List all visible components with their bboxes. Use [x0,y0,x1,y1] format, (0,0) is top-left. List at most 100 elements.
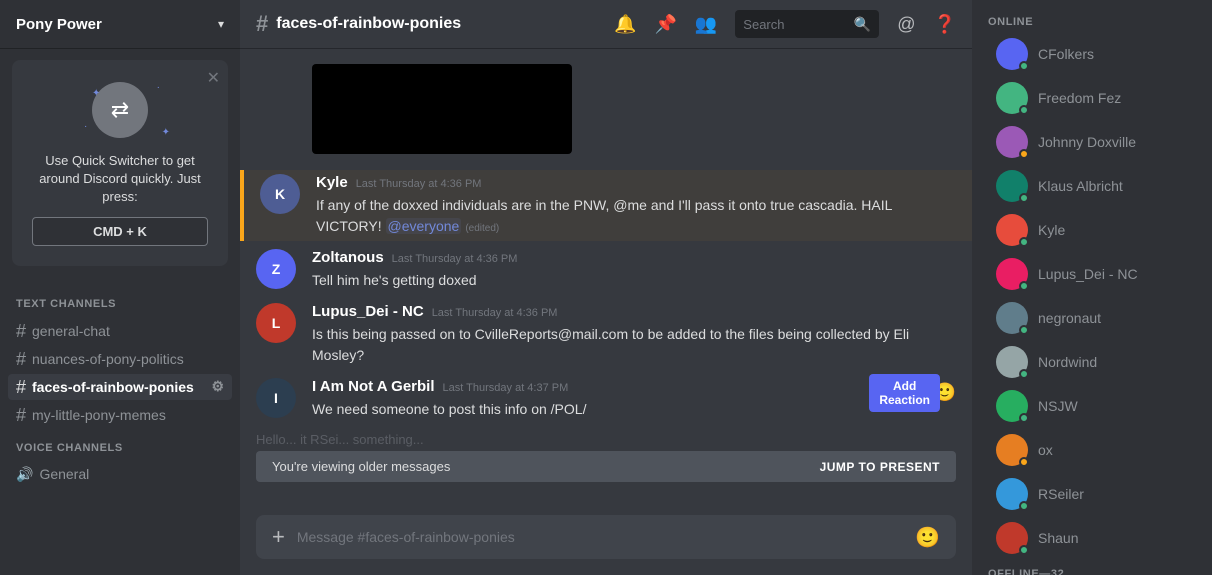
chat-header: # faces-of-rainbow-ponies 🔔 📌 👥 🔍 @ ❓ [240,0,972,48]
channel-name: my-little-pony-memes [32,407,166,423]
emoji-icon[interactable]: 🙂 [915,525,940,550]
search-input[interactable] [743,17,854,32]
member-item[interactable]: negronaut [980,296,1204,340]
channel-item-faces[interactable]: # faces-of-rainbow-ponies ⚙ [8,374,232,400]
member-name: Lupus_Dei - NC [1038,266,1138,282]
partial-message-text: Hello... it RSei... something... [256,432,424,447]
attach-icon[interactable]: + [272,524,285,550]
voice-channel-general[interactable]: 🔊 General [8,462,232,487]
pin-icon[interactable]: 📌 [654,14,676,35]
message-header: Zoltanous Last Thursday at 4:36 PM [312,249,956,266]
avatar: K [260,174,300,214]
server-name: Pony Power [16,16,102,33]
add-reaction-button[interactable]: Add Reaction [869,374,940,412]
message-header: I Am Not A Gerbil Last Thursday at 4:37 … [312,378,956,395]
text-channels-label: TEXT CHANNELS [8,294,232,314]
status-indicator [1019,413,1029,423]
message-header: Kyle Last Thursday at 4:36 PM [316,174,956,191]
status-indicator [1019,545,1029,555]
gear-icon[interactable]: ⚙ [211,378,224,395]
status-indicator [1019,237,1029,247]
avatar [996,302,1028,334]
status-indicator [1019,325,1029,335]
member-item[interactable]: Johnny Doxville [980,120,1204,164]
avatar [996,82,1028,114]
offline-section-label: OFFLINE—32 [972,560,1212,575]
member-item[interactable]: Klaus Albricht [980,164,1204,208]
member-item[interactable]: RSeiler [980,472,1204,516]
jump-to-present-button[interactable]: JUMP TO PRESENT [820,460,940,474]
edited-label: (edited) [465,223,499,234]
member-name: Nordwind [1038,354,1097,370]
older-messages-bar: You're viewing older messages JUMP TO PR… [256,451,956,482]
table-row: L Lupus_Dei - NC Last Thursday at 4:36 P… [240,299,972,370]
member-item[interactable]: Lupus_Dei - NC [980,252,1204,296]
avatar [996,38,1028,70]
table-row: K Kyle Last Thursday at 4:36 PM If any o… [240,170,972,241]
bell-icon[interactable]: 🔔 [614,14,636,35]
messages-area[interactable]: K Kyle Last Thursday at 4:36 PM If any o… [240,48,972,515]
message-input-area: + 🙂 [240,515,972,575]
quick-switcher-popup: ✕ ✦ · ⇄ · ✦ Use Quick Switcher to get ar… [12,60,228,266]
text-channels-section: TEXT CHANNELS # general-chat # nuances-o… [0,294,240,430]
message-text: We need someone to post this info on /PO… [312,399,956,420]
server-header[interactable]: Pony Power ▾ [0,0,240,48]
avatar [996,214,1028,246]
member-item[interactable]: Nordwind [980,340,1204,384]
channel-item-general-chat[interactable]: # general-chat [8,318,232,344]
hash-icon: # [16,350,26,368]
mention: @everyone [386,218,462,234]
member-name: Shaun [1038,530,1078,546]
channel-name: faces-of-rainbow-ponies [32,379,194,395]
quick-switcher-description: Use Quick Switcher to get around Discord… [32,152,208,207]
member-name: CFolkers [1038,46,1094,62]
member-name: Freedom Fez [1038,90,1121,106]
hash-icon: # [16,378,26,396]
message-text: Tell him he's getting doxed [312,270,956,291]
hash-icon: # [16,322,26,340]
member-name: NSJW [1038,398,1078,414]
table-row: I I Am Not A Gerbil Last Thursday at 4:3… [240,374,972,424]
avatar [996,346,1028,378]
dot-decoration: · [157,82,160,93]
message-timestamp: Last Thursday at 4:37 PM [443,382,569,394]
member-item[interactable]: CFolkers [980,32,1204,76]
message-timestamp: Last Thursday at 4:36 PM [356,178,482,190]
left-sidebar: Pony Power ▾ ✕ ✦ · ⇄ · ✦ Use Quick Switc… [0,0,240,575]
status-indicator [1019,457,1029,467]
member-name: RSeiler [1038,486,1084,502]
channel-item-nuances[interactable]: # nuances-of-pony-politics [8,346,232,372]
member-item[interactable]: Kyle [980,208,1204,252]
member-name: Johnny Doxville [1038,134,1136,150]
help-icon[interactable]: ❓ [934,14,956,35]
status-indicator [1019,149,1029,159]
at-icon[interactable]: @ [897,14,915,35]
member-item[interactable]: Freedom Fez [980,76,1204,120]
right-sidebar: ONLINE CFolkers Freedom Fez Johnny Doxvi… [972,0,1212,575]
channel-header-title: faces-of-rainbow-ponies [276,15,461,33]
quick-switcher-shortcut[interactable]: CMD + K [32,217,208,246]
member-name: negronaut [1038,310,1101,326]
channel-item-memes[interactable]: # my-little-pony-memes [8,402,232,428]
avatar: Z [256,249,296,289]
close-icon[interactable]: ✕ [207,68,220,88]
online-section-label: ONLINE [972,0,1212,32]
message-input[interactable] [297,529,903,545]
dot-decoration: ✦ [92,88,100,99]
chevron-down-icon: ▾ [218,17,224,31]
search-bar[interactable]: 🔍 [735,10,879,38]
member-item[interactable]: Shaun [980,516,1204,560]
avatar [996,170,1028,202]
message-content: Zoltanous Last Thursday at 4:36 PM Tell … [312,249,956,291]
member-item[interactable]: ox [980,428,1204,472]
member-item[interactable]: NSJW [980,384,1204,428]
members-icon[interactable]: 👥 [695,14,717,35]
quick-switcher-icon: ⇄ [92,82,148,138]
message-input-wrapper: + 🙂 [256,515,956,559]
avatar: L [256,303,296,343]
member-name: Kyle [1038,222,1065,238]
status-indicator [1019,105,1029,115]
status-indicator [1019,281,1029,291]
message-actions: Add Reaction 🙂 [934,382,956,403]
avatar: I [256,378,296,418]
